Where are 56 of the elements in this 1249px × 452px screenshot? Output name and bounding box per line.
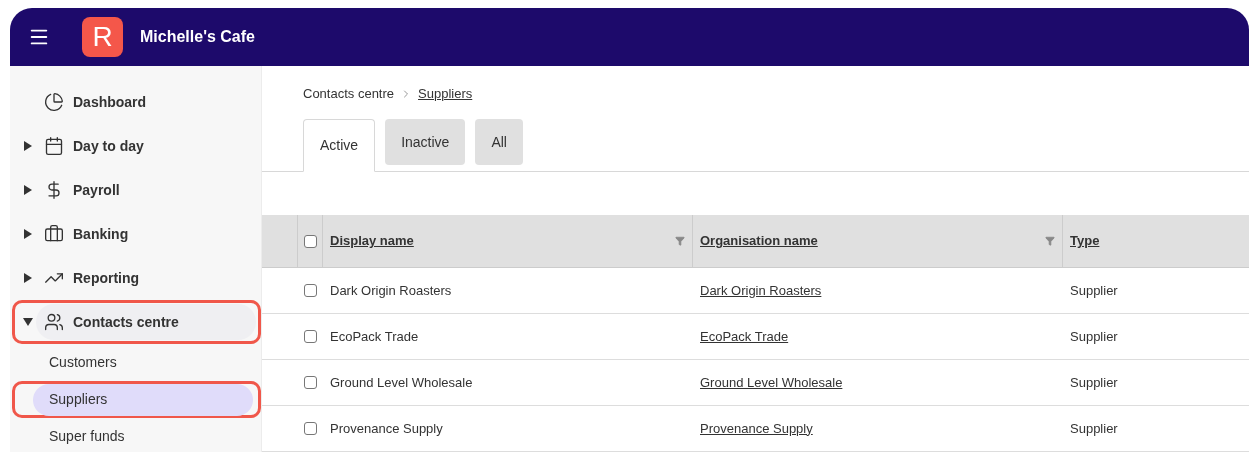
nav-subitem[interactable]: Super funds (12, 418, 261, 452)
checkbox[interactable] (304, 376, 317, 389)
nav-subitem[interactable]: Suppliers (12, 381, 261, 418)
table-cell-text: Provenance Supply (330, 419, 443, 438)
caret-icon[interactable] (23, 318, 33, 326)
nav-item[interactable]: Contacts centre (12, 300, 261, 344)
tab[interactable]: Active (303, 119, 376, 172)
table-cell-text: Supplier (1070, 281, 1118, 300)
table-cell-text: EcoPack Trade (330, 327, 419, 346)
app-logo: R (82, 17, 123, 57)
nav-label: Customers (49, 353, 117, 372)
column-header[interactable]: Display name (330, 231, 675, 251)
tab[interactable]: All (475, 119, 523, 165)
checkbox[interactable] (304, 330, 317, 343)
organisation-link[interactable]: Ground Level Wholesale (700, 372, 843, 393)
table-cell-text: Supplier (1070, 373, 1118, 392)
filter-icon[interactable] (675, 236, 685, 246)
checkbox[interactable] (304, 284, 317, 297)
organisation-link[interactable]: Provenance Supply (700, 418, 813, 439)
table-cell-text: Supplier (1070, 327, 1118, 346)
tab[interactable]: Inactive (385, 119, 466, 165)
caret-icon[interactable] (24, 141, 32, 151)
checkbox[interactable] (303, 234, 317, 248)
filter-icon[interactable] (1045, 236, 1055, 246)
nav-label: Payroll (73, 180, 120, 200)
nav-item[interactable]: Day to day (12, 124, 261, 168)
organisation-link[interactable]: EcoPack Trade (700, 326, 789, 347)
nav-item[interactable]: Dashboard (12, 80, 261, 124)
calendar-icon (44, 136, 64, 156)
nav-label: Contacts centre (73, 312, 179, 332)
column-header[interactable]: Type (1070, 231, 1242, 251)
nav-item[interactable]: Payroll (12, 168, 261, 212)
nav-subitem[interactable]: Customers (12, 344, 261, 381)
table-cell-text: Supplier (1070, 419, 1118, 438)
caret-icon[interactable] (24, 273, 32, 283)
nav-label: Super funds (49, 427, 125, 446)
nav-item[interactable]: Banking (12, 212, 261, 256)
nav-label: Day to day (73, 136, 144, 156)
breadcrumb-link[interactable]: Contacts centre (303, 84, 395, 104)
nav-item[interactable]: Reporting (12, 256, 261, 300)
nav-label: Banking (73, 224, 129, 244)
organisation-name: Michelle's Cafe (140, 27, 255, 47)
table-cell-text: Dark Origin Roasters (330, 281, 452, 300)
people-icon (44, 312, 64, 332)
caret-icon[interactable] (24, 185, 32, 195)
briefcase-icon (44, 224, 64, 244)
table-cell-text: Ground Level Wholesale (330, 373, 473, 392)
caret-icon[interactable] (24, 229, 32, 239)
column-header[interactable]: Organisation name (700, 231, 1045, 251)
breadcrumb-link[interactable]: Suppliers (418, 84, 473, 104)
nav-label: Reporting (73, 268, 140, 288)
pie-chart-icon (44, 92, 64, 112)
checkbox[interactable] (304, 422, 317, 435)
nav-label: Suppliers (49, 390, 108, 409)
nav-label: Dashboard (73, 92, 147, 112)
organisation-link[interactable]: Dark Origin Roasters (700, 280, 822, 301)
